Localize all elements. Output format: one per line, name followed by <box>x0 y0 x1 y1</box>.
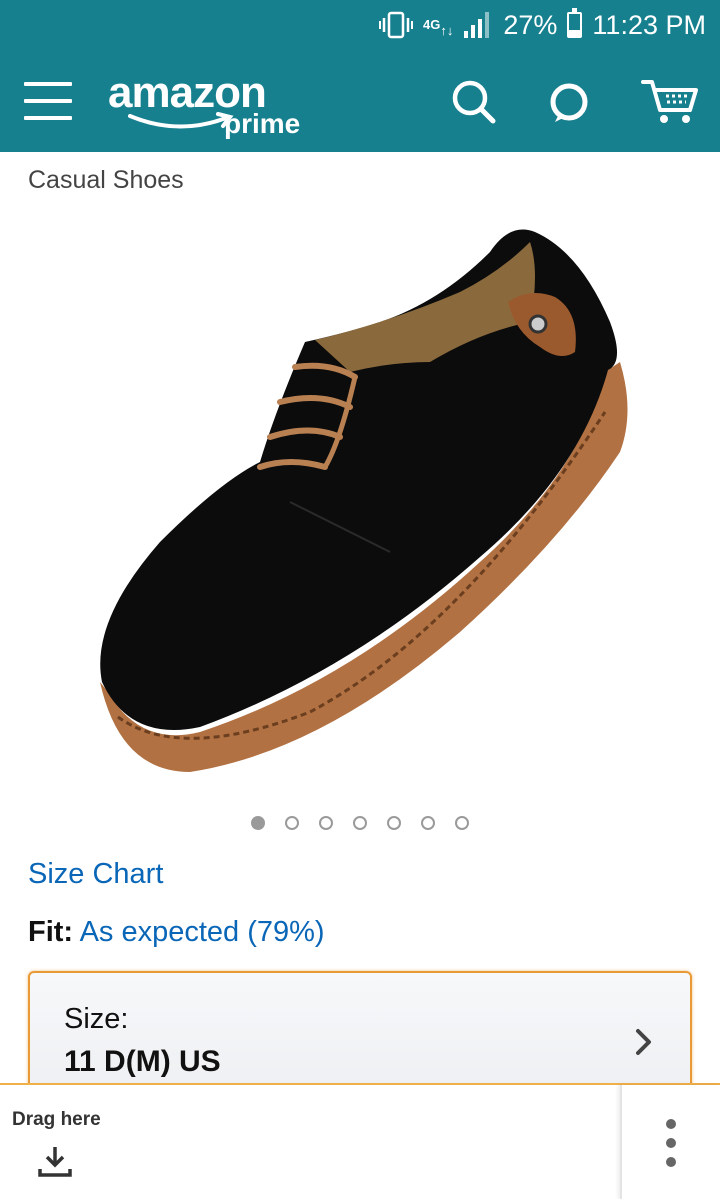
drag-label: Drag here <box>12 1109 101 1130</box>
clock: 11:23 PM <box>592 9 706 40</box>
carousel-dot[interactable] <box>319 816 333 830</box>
cart-icon[interactable] <box>640 76 702 128</box>
search-icon[interactable] <box>448 76 500 128</box>
smile-arrow-icon <box>128 112 234 129</box>
logo-prime: prime <box>224 108 301 139</box>
fit-value-link[interactable]: As expected (79%) <box>80 916 325 948</box>
signal-icon <box>463 11 493 39</box>
network-type: 4G <box>423 17 441 32</box>
battery-percent: 27% <box>503 9 558 40</box>
download-icon <box>38 1145 72 1182</box>
status-bar: 4G ↑↓ 27% 11:23 PM <box>0 0 720 50</box>
vibrate-icon <box>379 11 414 39</box>
alexa-icon[interactable] <box>543 76 595 128</box>
menu-icon[interactable] <box>24 82 72 122</box>
drag-drop-zone[interactable]: Drag here <box>0 1085 618 1199</box>
size-label: Size: <box>64 1003 129 1035</box>
product-image[interactable] <box>60 212 660 792</box>
carousel-dot[interactable] <box>455 816 469 830</box>
chevron-right-icon <box>634 1027 654 1062</box>
lte-icon: 4G ↑↓ <box>423 17 454 38</box>
fit-label: Fit: <box>28 916 74 948</box>
more-options-icon[interactable] <box>620 1085 720 1199</box>
size-chart-link[interactable]: Size Chart <box>28 858 163 891</box>
carousel-dot[interactable] <box>285 816 299 830</box>
app-bar: amazon prime <box>0 50 720 152</box>
carousel-dot[interactable] <box>251 816 265 830</box>
amazon-prime-logo[interactable]: amazon prime <box>108 64 318 144</box>
carousel-dot[interactable] <box>387 816 401 830</box>
image-carousel-dots <box>0 816 720 830</box>
battery-icon <box>567 8 583 38</box>
size-value: 11 D(M) US <box>64 1045 221 1078</box>
bottom-overlay-bar: Drag here <box>0 1083 720 1199</box>
carousel-dot[interactable] <box>421 816 435 830</box>
fit-row: Fit: As expected (79%) <box>28 916 325 949</box>
carousel-dot[interactable] <box>353 816 367 830</box>
product-category: Casual Shoes <box>28 166 184 194</box>
